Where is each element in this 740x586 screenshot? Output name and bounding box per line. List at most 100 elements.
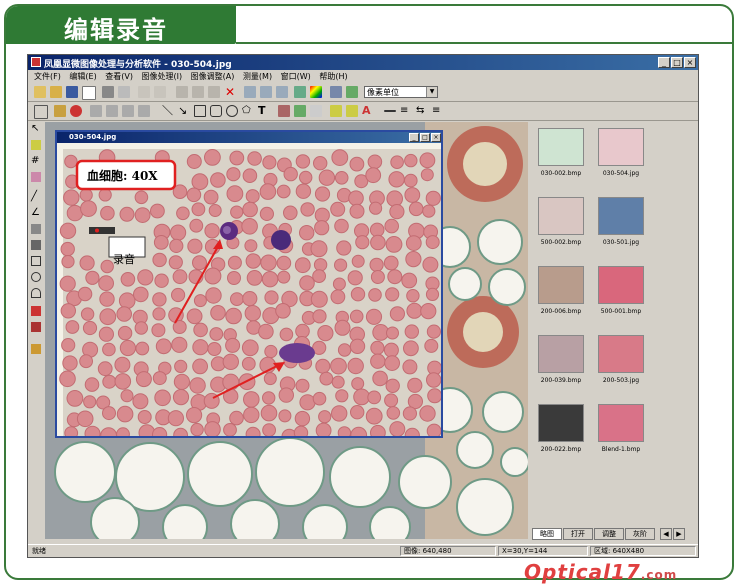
color-icon[interactable] xyxy=(310,86,322,98)
preview-icon[interactable] xyxy=(118,86,130,98)
polygon-icon[interactable]: ⬠ xyxy=(242,105,254,117)
frame-icon[interactable] xyxy=(34,105,48,119)
redo-icon[interactable] xyxy=(154,86,166,98)
zoom-in-icon[interactable] xyxy=(244,86,256,98)
thumbnail-image[interactable] xyxy=(538,197,584,235)
tab-adjust[interactable]: 调整 xyxy=(594,528,624,540)
area-icon[interactable] xyxy=(31,240,41,250)
export-icon[interactable] xyxy=(346,86,358,98)
marker-icon[interactable] xyxy=(346,105,358,117)
fill-icon[interactable] xyxy=(278,105,290,117)
brush-icon[interactable] xyxy=(310,105,322,117)
tools-icon[interactable] xyxy=(294,86,306,98)
rectangle-icon[interactable] xyxy=(194,105,206,117)
thumbnail-image[interactable] xyxy=(538,266,584,304)
angle-icon[interactable]: ∠ xyxy=(31,208,41,218)
menu-edit[interactable]: 编辑(E) xyxy=(69,71,96,82)
arrow-style-icon[interactable]: ⇆ xyxy=(416,105,428,117)
count-icon[interactable] xyxy=(31,322,41,332)
flag-icon[interactable] xyxy=(31,306,41,316)
dash-style-icon[interactable]: ≡ xyxy=(432,105,444,117)
layer4-icon[interactable] xyxy=(138,105,150,117)
menu-measure[interactable]: 测量(M) xyxy=(243,71,272,82)
line-tool-icon[interactable]: ╱ xyxy=(31,192,41,202)
tab-open[interactable]: 打开 xyxy=(563,528,593,540)
tab-scroll-right-icon[interactable]: ▶ xyxy=(673,528,685,540)
ellipse-icon[interactable] xyxy=(226,105,238,117)
menu-image-process[interactable]: 图像处理(I) xyxy=(142,71,183,82)
image-close-button[interactable]: × xyxy=(431,133,441,142)
workspace[interactable]: 030-504.jpg _ □ × 血细胞: 40X 录音 xyxy=(45,122,528,539)
circle-tool-icon[interactable] xyxy=(31,272,41,282)
undo-icon[interactable] xyxy=(138,86,150,98)
menu-window[interactable]: 窗口(W) xyxy=(281,71,311,82)
tab-thumbnails[interactable]: 略图 xyxy=(532,528,562,540)
pen-icon[interactable] xyxy=(294,105,306,117)
grid-icon[interactable]: # xyxy=(31,156,41,166)
thumbnail-image[interactable] xyxy=(598,335,644,373)
red-blood-cell xyxy=(387,269,403,285)
select-icon[interactable] xyxy=(31,140,41,150)
print-icon[interactable] xyxy=(102,86,114,98)
rect-tool-icon[interactable] xyxy=(31,256,41,266)
chart-icon[interactable] xyxy=(330,86,342,98)
image-maximize-button[interactable]: □ xyxy=(420,133,430,142)
red-blood-cell xyxy=(119,339,137,357)
thumbnail-image[interactable] xyxy=(538,404,584,442)
thumbnail-image[interactable] xyxy=(538,128,584,166)
layer-icon[interactable] xyxy=(90,105,102,117)
red-blood-cell xyxy=(278,387,295,403)
line-width-icon[interactable] xyxy=(384,110,396,112)
delete-icon[interactable]: ✕ xyxy=(224,86,236,98)
cut-icon[interactable] xyxy=(208,86,220,98)
save-icon[interactable] xyxy=(66,86,78,98)
paste-icon[interactable] xyxy=(192,86,204,98)
font-color-icon[interactable]: A xyxy=(362,105,374,117)
thumbnail-image[interactable] xyxy=(598,197,644,235)
audio-note-label[interactable]: 录音 xyxy=(113,251,135,267)
polyline-icon[interactable] xyxy=(31,224,41,234)
arrow-icon[interactable]: ↘ xyxy=(178,105,190,117)
new-icon[interactable] xyxy=(34,86,46,98)
rounded-rect-icon[interactable] xyxy=(210,105,222,117)
calibrate-icon[interactable] xyxy=(31,344,41,354)
chevron-down-icon[interactable]: ▼ xyxy=(426,87,437,97)
menu-help[interactable]: 帮助(H) xyxy=(319,71,347,82)
thumbnail-image[interactable] xyxy=(598,266,644,304)
thumbnail-image[interactable] xyxy=(598,404,644,442)
copy-icon[interactable] xyxy=(176,86,188,98)
image-window[interactable]: 030-504.jpg _ □ × 血细胞: 40X 录音 xyxy=(55,130,443,438)
maximize-button[interactable]: □ xyxy=(671,57,683,68)
arc-tool-icon[interactable] xyxy=(31,288,41,298)
close-button[interactable]: × xyxy=(684,57,696,68)
red-blood-cell xyxy=(65,320,80,334)
pointer-icon[interactable]: ↖ xyxy=(31,124,41,134)
page-icon[interactable] xyxy=(82,86,96,100)
zoom-fit-icon[interactable] xyxy=(276,86,288,98)
layer2-icon[interactable] xyxy=(106,105,118,117)
menu-image-adjust[interactable]: 图像调整(A) xyxy=(191,71,235,82)
tab-scroll-left-icon[interactable]: ◀ xyxy=(660,528,672,540)
line-style-icon[interactable]: ≡ xyxy=(400,105,412,117)
tab-grayscale[interactable]: 灰阶 xyxy=(625,528,655,540)
open-icon[interactable] xyxy=(50,86,62,98)
layer3-icon[interactable] xyxy=(122,105,134,117)
menu-bar: 文件(F) 编辑(E) 查看(V) 图像处理(I) 图像调整(A) 测量(M) … xyxy=(28,70,698,82)
image-minimize-button[interactable]: _ xyxy=(409,133,419,142)
text-icon[interactable]: T xyxy=(258,105,270,117)
thumbnail-image[interactable] xyxy=(598,128,644,166)
minimize-button[interactable]: _ xyxy=(658,57,670,68)
annotate-icon[interactable] xyxy=(54,105,66,117)
stop-icon[interactable] xyxy=(70,105,82,117)
menu-file[interactable]: 文件(F) xyxy=(34,71,61,82)
zoom-out-icon[interactable] xyxy=(260,86,272,98)
unit-select[interactable]: 像素单位 ▼ xyxy=(364,86,438,98)
highlight-icon[interactable] xyxy=(330,105,342,117)
menu-view[interactable]: 查看(V) xyxy=(105,71,133,82)
image-caption[interactable]: 血细胞: 40X xyxy=(87,167,158,184)
thumbnail-image[interactable] xyxy=(538,335,584,373)
status-region: 区域: 640X480 xyxy=(590,546,696,556)
red-blood-cell xyxy=(167,410,185,427)
line-icon[interactable]: ＼ xyxy=(162,105,174,117)
measure-icon[interactable] xyxy=(31,172,41,182)
